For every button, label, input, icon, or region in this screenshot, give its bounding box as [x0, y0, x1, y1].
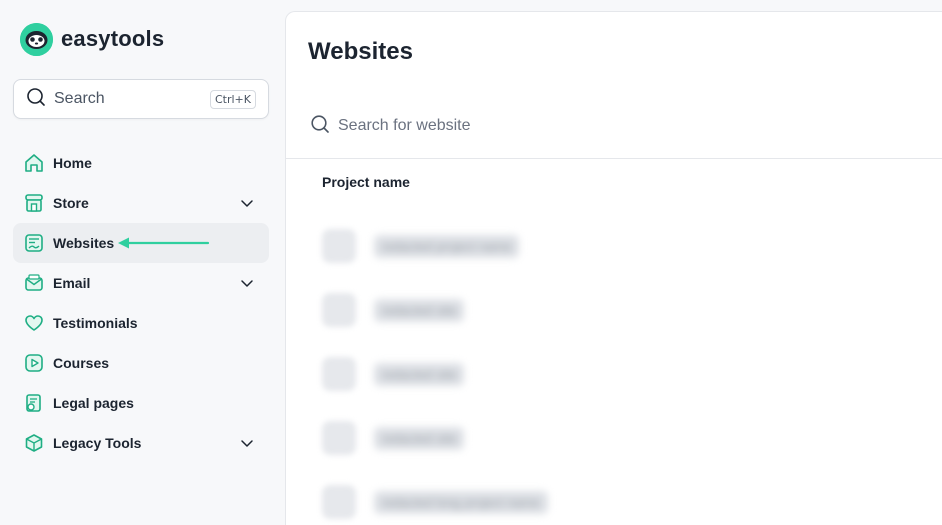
website-name[interactable]: redacted long project name	[374, 490, 548, 514]
sidebar-item-courses[interactable]: Courses	[13, 343, 269, 383]
website-name[interactable]: redacted project name	[374, 234, 520, 258]
sidebar-item-testimonials[interactable]: Testimonials	[13, 303, 269, 343]
brand[interactable]: easytools	[20, 22, 164, 56]
website-thumbnail	[322, 357, 356, 391]
email-icon	[23, 272, 45, 294]
website-search-input[interactable]	[338, 117, 738, 135]
global-search[interactable]: Search Ctrl+K	[13, 79, 269, 119]
store-icon	[23, 192, 45, 214]
sidebar-item-label: Testimonials	[53, 315, 138, 331]
table-row[interactable]: redacted long project name	[322, 470, 548, 525]
pointer-arrow-icon	[116, 236, 210, 255]
sidebar-nav: Home Store Websites Email Testimonials C…	[13, 143, 269, 463]
website-name[interactable]: redacted site	[374, 362, 465, 386]
sidebar-item-home[interactable]: Home	[13, 143, 269, 183]
sidebar-item-label: Store	[53, 195, 89, 211]
search-label: Search	[54, 90, 105, 107]
website-thumbnail	[322, 229, 356, 263]
website-search[interactable]	[310, 114, 910, 138]
sidebar-item-email[interactable]: Email	[13, 263, 269, 303]
heart-icon	[23, 312, 45, 334]
website-thumbnail	[322, 293, 356, 327]
sidebar-item-label: Legacy Tools	[53, 435, 142, 451]
website-thumbnail	[322, 421, 356, 455]
divider	[286, 158, 942, 159]
website-thumbnail	[322, 485, 356, 519]
website-name[interactable]: redacted site	[374, 298, 465, 322]
sloth-logo-icon	[20, 22, 53, 56]
sidebar-item-legacy-tools[interactable]: Legacy Tools	[13, 423, 269, 463]
search-shortcut: Ctrl+K	[209, 89, 256, 109]
websites-icon	[23, 232, 45, 254]
sidebar-item-label: Courses	[53, 355, 110, 371]
legal-icon	[23, 392, 45, 414]
box-icon	[23, 432, 45, 454]
play-icon	[23, 352, 45, 374]
table-row[interactable]: redacted site	[322, 342, 548, 406]
search-icon	[310, 114, 330, 139]
home-icon	[23, 152, 45, 174]
brand-name: easytools	[61, 26, 165, 51]
table-row[interactable]: redacted site	[322, 406, 548, 470]
website-list: redacted project name redacted site reda…	[322, 214, 548, 525]
column-header-project-name[interactable]: Project name	[322, 174, 410, 190]
table-row[interactable]: redacted project name	[322, 214, 548, 278]
page-title: Websites	[308, 38, 413, 65]
sidebar-item-label: Home	[53, 155, 92, 171]
chevron-down-icon[interactable]	[239, 275, 255, 291]
sidebar: easytools Search Ctrl+K Home Store Websi…	[0, 0, 285, 525]
sidebar-item-legal-pages[interactable]: Legal pages	[13, 383, 269, 423]
sidebar-item-label: Email	[53, 275, 91, 291]
website-name[interactable]: redacted site	[374, 426, 465, 450]
sidebar-item-store[interactable]: Store	[13, 183, 269, 223]
sidebar-item-label: Legal pages	[53, 395, 134, 411]
chevron-down-icon[interactable]	[239, 195, 255, 211]
table-row[interactable]: redacted site	[322, 278, 548, 342]
main-panel: Websites Project name redacted project n…	[285, 11, 942, 525]
chevron-down-icon[interactable]	[239, 435, 255, 451]
search-icon	[26, 87, 46, 112]
